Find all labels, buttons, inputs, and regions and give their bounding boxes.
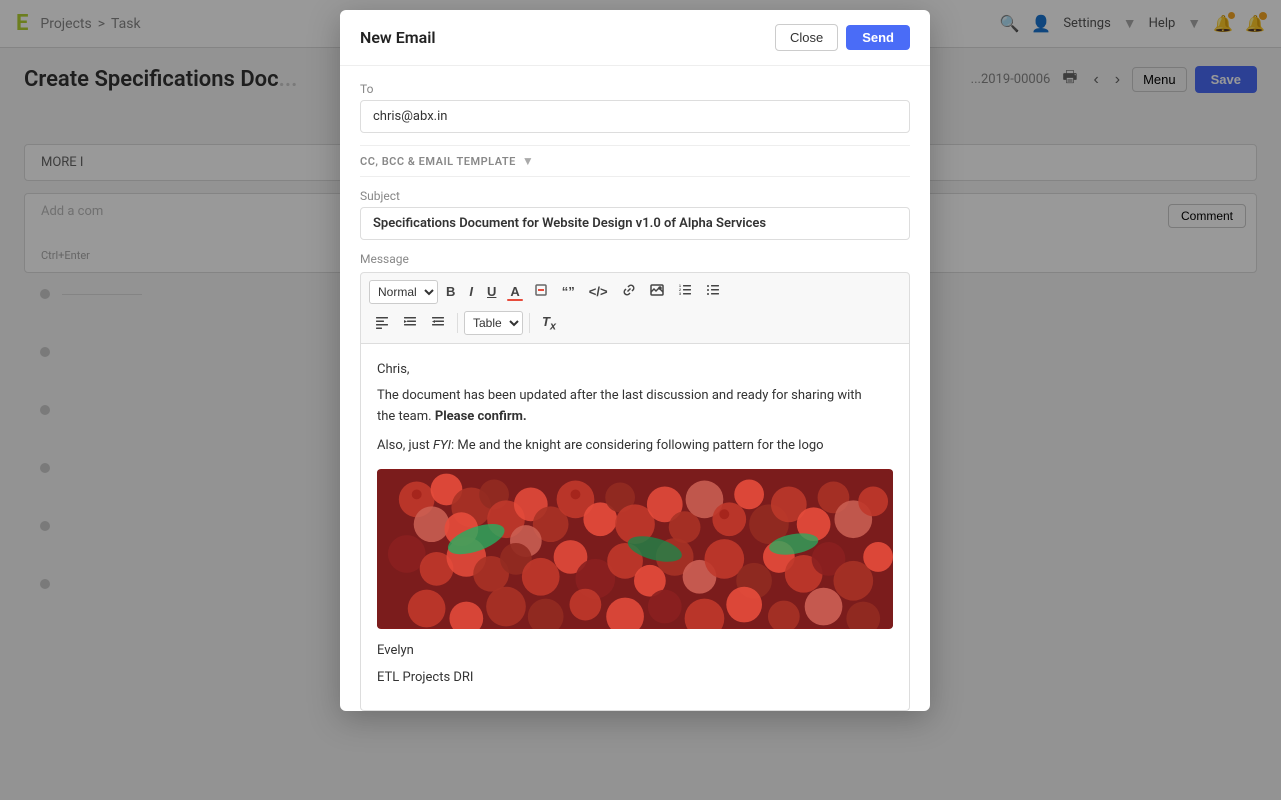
svg-text:3: 3 [679, 292, 681, 296]
body-line2: Also, just FYI: Me and the knight are co… [377, 436, 893, 457]
underline-button[interactable]: U [481, 280, 502, 303]
modal-body: To chris@abx.in CC, BCC & EMAIL TEMPLATE… [340, 66, 930, 711]
modal-title: New Email [360, 28, 436, 47]
toolbar-divider [457, 313, 458, 333]
clear-format-button[interactable]: Tx [536, 310, 562, 337]
italic-button[interactable]: I [463, 280, 479, 303]
text-color-button[interactable]: A [504, 280, 525, 303]
send-button[interactable]: Send [846, 25, 910, 50]
signature-name: Evelyn [377, 641, 893, 662]
body-line1: The document has been updated after the … [377, 386, 893, 428]
quote-button[interactable]: “” [556, 280, 581, 303]
message-content-area[interactable]: Chris, The document has been updated aft… [360, 344, 910, 712]
to-field[interactable]: chris@abx.in [360, 100, 910, 133]
cc-bcc-label: CC, BCC & EMAIL TEMPLATE [360, 155, 516, 168]
fyi-text: FYI [433, 438, 451, 453]
message-toolbar: Normal B I U A “” </> [360, 272, 910, 344]
link-button[interactable] [616, 279, 642, 304]
format-select[interactable]: Normal [369, 280, 438, 304]
cc-bcc-chevron-icon: ▼ [522, 154, 534, 168]
highlight-button[interactable] [528, 279, 554, 304]
modal-header: New Email Close Send [340, 10, 930, 66]
message-label: Message [360, 252, 910, 266]
toolbar-divider-2 [529, 313, 530, 333]
cc-bcc-row[interactable]: CC, BCC & EMAIL TEMPLATE ▼ [360, 145, 910, 177]
unordered-list-button[interactable] [700, 279, 726, 304]
to-label: To [360, 82, 910, 96]
signature-area: Evelyn ETL Projects DRI [377, 641, 893, 689]
table-select[interactable]: Table [464, 311, 523, 335]
coffee-image [377, 469, 893, 629]
image-button[interactable] [644, 279, 670, 304]
modal-header-actions: Close Send [775, 24, 910, 51]
indent-button[interactable] [397, 311, 423, 336]
bold-button[interactable]: B [440, 280, 461, 303]
new-email-modal: New Email Close Send To chris@abx.in CC,… [340, 10, 930, 711]
greeting-line: Chris, [377, 360, 893, 381]
outdent-button[interactable] [425, 311, 451, 336]
subject-label: Subject [360, 189, 910, 203]
bold-confirm: Please confirm. [435, 409, 527, 424]
align-left-button[interactable] [369, 311, 395, 336]
code-button[interactable]: </> [583, 280, 614, 303]
ordered-list-button[interactable]: 123 [672, 279, 698, 304]
close-button[interactable]: Close [775, 24, 838, 51]
signature-title: ETL Projects DRI [377, 668, 893, 689]
subject-field[interactable]: Specifications Document for Website Desi… [360, 207, 910, 240]
